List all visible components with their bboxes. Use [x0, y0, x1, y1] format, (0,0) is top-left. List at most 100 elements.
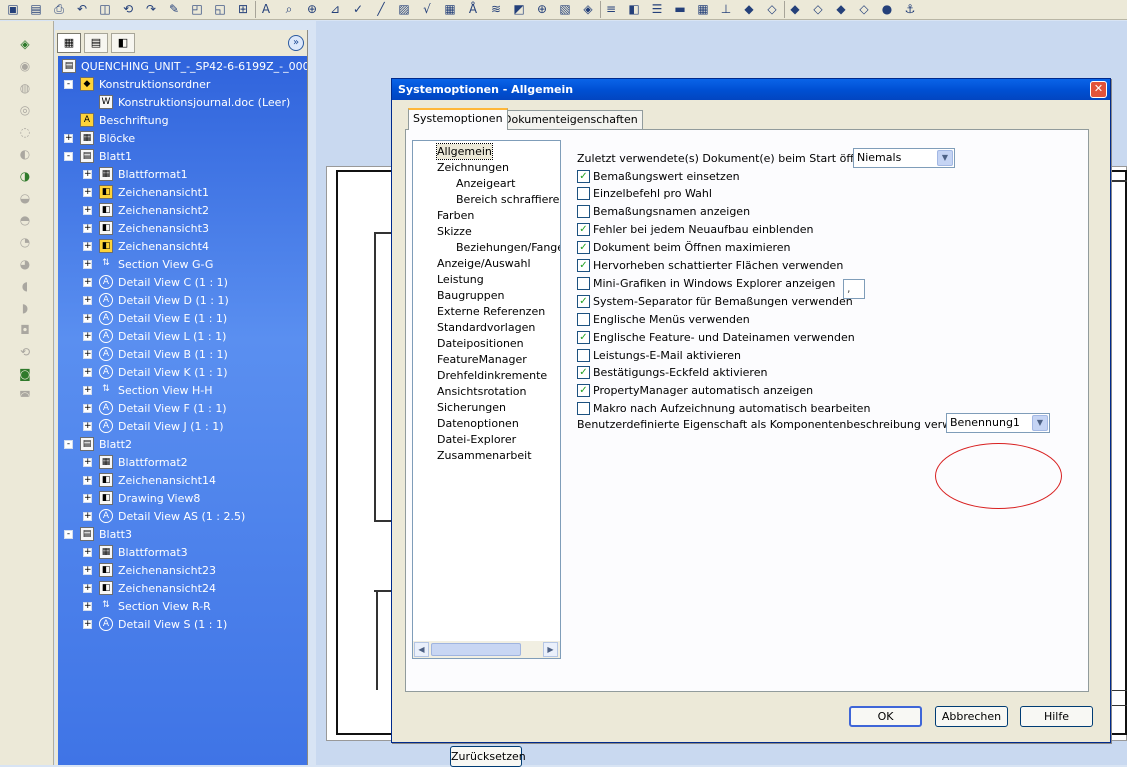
hide-icon[interactable]: ● — [880, 2, 894, 16]
expand-icon[interactable]: + — [83, 295, 92, 305]
projected-view-icon[interactable]: ◉ — [16, 59, 34, 73]
separator-field[interactable]: , — [843, 279, 865, 299]
scroll-right-button[interactable]: ▶ — [543, 642, 558, 657]
nav-item[interactable]: Sicherungen — [437, 400, 506, 415]
tree-item[interactable]: - ▤ Blatt1 — [64, 147, 132, 165]
option-checkbox-row[interactable]: Bemaßungsnamen anzeigen — [577, 204, 750, 220]
options-icon[interactable]: ◚ — [16, 389, 34, 403]
expand-icon[interactable]: + — [83, 565, 92, 575]
checkbox-unchecked[interactable] — [577, 402, 590, 416]
option-checkbox-row[interactable]: Englische Menüs verwenden — [577, 311, 750, 327]
nav-item[interactable]: Skizze — [437, 224, 472, 239]
cancel-button[interactable]: Abbrechen — [935, 706, 1008, 727]
tree-horizontal-scrollbar[interactable]: ◀ ▶ — [413, 641, 560, 658]
print-icon[interactable]: ⎙ — [52, 2, 66, 16]
expand-icon[interactable]: + — [83, 187, 92, 197]
checkbox-unchecked[interactable] — [577, 312, 590, 326]
datum-icon[interactable]: ⊞ — [236, 2, 250, 16]
hatch-icon[interactable]: ▨ — [397, 2, 411, 16]
tree-item[interactable]: A Beschriftung — [64, 111, 169, 129]
tree-item[interactable]: + ⇅ Section View G-G — [83, 255, 213, 273]
checkbox-checked[interactable]: ✓ — [577, 169, 590, 183]
expand-icon[interactable]: + — [64, 133, 73, 143]
close-button[interactable]: ✕ — [1090, 81, 1107, 98]
cube4-icon[interactable]: ◇ — [857, 2, 871, 16]
cosmetic-thread-icon[interactable]: ≋ — [489, 2, 503, 16]
tree-item[interactable]: + A Detail View AS (1 : 2.5) — [83, 507, 245, 525]
checkbox-checked[interactable]: ✓ — [577, 330, 590, 344]
tree-item[interactable]: W Konstruktionsjournal.doc (Leer) — [83, 93, 290, 111]
expand-icon[interactable]: + — [83, 367, 92, 377]
tree-item[interactable]: + A Detail View K (1 : 1) — [83, 363, 228, 381]
checkbox-unchecked[interactable] — [577, 205, 590, 219]
tree-item[interactable]: + A Detail View L (1 : 1) — [83, 327, 226, 345]
tree-item[interactable]: + A Detail View S (1 : 1) — [83, 615, 227, 633]
nav-item[interactable]: Leistung — [437, 272, 484, 287]
expand-icon[interactable]: + — [83, 277, 92, 287]
expand-icon[interactable]: + — [83, 205, 92, 215]
auxiliary-view-icon[interactable]: ◍ — [16, 81, 34, 95]
tree-item[interactable]: + ◧ Zeichenansicht3 — [83, 219, 209, 237]
tree-item[interactable]: + ⇅ Section View H-H — [83, 381, 212, 399]
cube-icon[interactable]: ◆ — [788, 2, 802, 16]
option-checkbox-row[interactable]: ✓ Bemaßungswert einsetzen — [577, 168, 740, 184]
tree-item[interactable]: + ▦ Blöcke — [64, 129, 135, 147]
option-checkbox-row[interactable]: ✓ Hervorheben schattierter Flächen verwen… — [577, 258, 843, 274]
surface-finish-icon[interactable]: √ — [420, 2, 434, 16]
revision-icon[interactable]: ◈ — [581, 2, 595, 16]
tree-item[interactable]: - ▤ Blatt2 — [64, 435, 132, 453]
options-category-tree[interactable]: Zusammenarbeit Datei-Explorer Datenoptione… — [412, 140, 561, 659]
expand-icon[interactable]: + — [83, 601, 92, 611]
reset-button[interactable]: Zurücksetzen — [450, 746, 526, 767]
collapse-icon[interactable]: - — [64, 529, 73, 539]
section-view-icon[interactable]: ◎ — [16, 103, 34, 117]
anchor-icon[interactable]: ⚓ — [903, 2, 917, 16]
model-view-icon[interactable]: ◈ — [16, 37, 34, 51]
last-documents-select[interactable]: Niemals ▼ — [853, 148, 955, 168]
tree-item[interactable]: + ◧ Zeichenansicht14 — [83, 471, 216, 489]
ok-button[interactable]: OK — [849, 706, 922, 727]
propertymanager-tab[interactable]: ▤ — [84, 33, 108, 53]
expand-icon[interactable]: + — [83, 313, 92, 323]
expand-icon[interactable]: + — [83, 259, 92, 269]
area-hatch-icon[interactable]: ◩ — [512, 2, 526, 16]
checkbox-checked[interactable]: ✓ — [577, 259, 590, 272]
option-checkbox-row[interactable]: Einzelbefehl pro Wahl — [577, 186, 712, 202]
collapse-icon[interactable]: - — [64, 79, 73, 89]
featuremanager-tab[interactable]: ▦ — [57, 33, 81, 53]
align-icon[interactable]: ⊥ — [719, 2, 733, 16]
option-checkbox-row[interactable]: ✓ Fehler bei jedem Neuaufbau einblenden — [577, 222, 813, 238]
tree-item[interactable]: + A Detail View C (1 : 1) — [83, 273, 228, 291]
line-thickness-icon[interactable]: ▬ — [673, 2, 687, 16]
tree-item[interactable]: - ▤ Blatt3 — [64, 525, 132, 543]
tree-item[interactable]: + ◧ Zeichenansicht23 — [83, 561, 216, 579]
checkbox-checked[interactable]: ✓ — [577, 294, 590, 308]
tree-item[interactable]: + ◧ Zeichenansicht4 — [83, 237, 209, 255]
expand-icon[interactable]: + — [83, 619, 92, 629]
text-a-icon[interactable]: Å — [466, 2, 480, 16]
grid-icon[interactable]: ▦ — [696, 2, 710, 16]
tab-document-properties[interactable]: Dokumenteigenschaften — [498, 110, 643, 130]
broken-out-icon[interactable]: ◑ — [16, 169, 34, 183]
tree-item[interactable]: + A Detail View B (1 : 1) — [83, 345, 228, 363]
expand-icon[interactable]: + — [83, 511, 92, 521]
nav-item[interactable]: Datenoptionen — [437, 416, 519, 431]
cube3-icon[interactable]: ◆ — [834, 2, 848, 16]
text-icon[interactable]: A — [259, 2, 273, 16]
expand-icon[interactable]: + — [83, 583, 92, 593]
scroll-thumb[interactable] — [431, 643, 521, 656]
crop-view-icon[interactable]: ◓ — [16, 213, 34, 227]
tree-item[interactable]: + A Detail View D (1 : 1) — [83, 291, 229, 309]
checkbox-unchecked[interactable] — [577, 187, 590, 201]
custom-property-select[interactable]: Benennung1 ▼ — [946, 413, 1050, 433]
relative-view-icon[interactable]: ◕ — [16, 257, 34, 271]
expand-icon[interactable]: + — [83, 475, 92, 485]
expand-icon[interactable]: + — [83, 493, 92, 503]
option-checkbox-row[interactable]: Leistungs-E-Mail aktivieren — [577, 347, 741, 363]
tree-item[interactable]: + ▦ Blattformat1 — [83, 165, 188, 183]
alternate-position-icon[interactable]: ◔ — [16, 235, 34, 249]
checkbox-checked[interactable]: ✓ — [577, 366, 590, 380]
nav-item[interactable]: Zeichnungen — [437, 160, 509, 175]
tree-item[interactable]: + ▦ Blattformat3 — [83, 543, 188, 561]
tree-item[interactable]: + ◧ Zeichenansicht24 — [83, 579, 216, 597]
